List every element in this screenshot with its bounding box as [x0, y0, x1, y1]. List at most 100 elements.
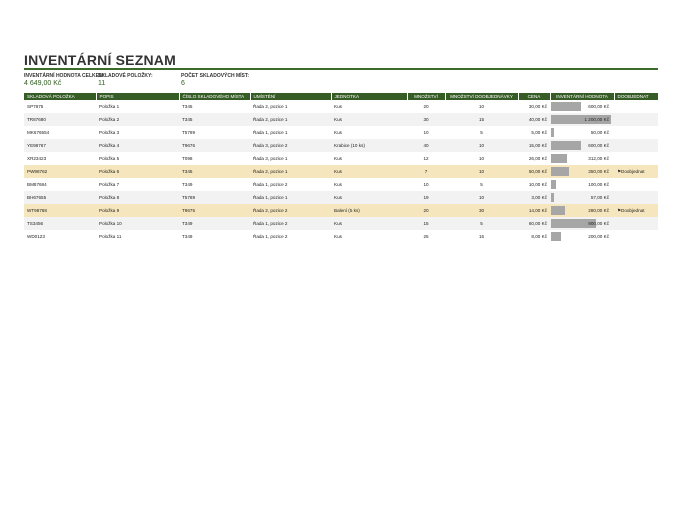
cell-reorder-qty[interactable]: 15	[445, 113, 518, 126]
cell-reorder-flag[interactable]	[614, 126, 658, 139]
cell-price[interactable]: 15,00 Kč	[518, 139, 550, 152]
cell-item[interactable]: MK676554	[24, 126, 96, 139]
col-header-description[interactable]: POPIS	[96, 93, 180, 100]
cell-bin[interactable]: T345	[179, 165, 250, 178]
col-header-reorder-flag[interactable]: DOOBJEDNAT	[614, 93, 659, 100]
cell-description[interactable]: Položka 6	[96, 165, 179, 178]
cell-reorder-flag[interactable]	[614, 152, 658, 165]
cell-reorder-flag[interactable]	[614, 217, 658, 230]
cell-unit[interactable]: Kus	[331, 152, 407, 165]
cell-item[interactable]: TR87680	[24, 113, 96, 126]
cell-item[interactable]: BM87684	[24, 178, 96, 191]
cell-quantity[interactable]: 20	[407, 100, 445, 113]
cell-price[interactable]: 40,00 Kč	[518, 113, 550, 126]
cell-unit[interactable]: Kus	[331, 178, 407, 191]
cell-reorder-qty[interactable]: 10	[445, 100, 518, 113]
cell-bin[interactable]: T9675	[179, 204, 250, 217]
cell-reorder-qty[interactable]: 5	[445, 217, 518, 230]
cell-inventory-value[interactable]: 100,00 Kč	[550, 178, 614, 191]
cell-quantity[interactable]: 15	[407, 217, 445, 230]
cell-bin[interactable]: T349	[179, 217, 250, 230]
cell-description[interactable]: Položka 2	[96, 113, 179, 126]
cell-item[interactable]: PW98762	[24, 165, 96, 178]
cell-quantity[interactable]: 19	[407, 191, 445, 204]
summary-items-count[interactable]: 11	[98, 80, 153, 87]
summary-total-value-amount[interactable]: 4 649,00 Kč	[24, 80, 105, 87]
cell-bin[interactable]: T349	[179, 230, 250, 243]
col-header-item[interactable]: SKLADOVÁ POLOŽKA	[24, 93, 97, 100]
cell-location[interactable]: Řada 2, pozice 2	[250, 204, 331, 217]
cell-inventory-value[interactable]: 50,00 Kč	[550, 126, 614, 139]
cell-reorder-flag[interactable]	[614, 191, 658, 204]
cell-item[interactable]: BH67655	[24, 191, 96, 204]
cell-price[interactable]: 26,00 Kč	[518, 152, 550, 165]
cell-reorder-flag[interactable]	[614, 139, 658, 152]
col-header-location[interactable]: UMÍSTĚNÍ	[250, 93, 332, 100]
cell-price[interactable]: 30,00 Kč	[518, 100, 550, 113]
cell-price[interactable]: 3,00 Kč	[518, 191, 550, 204]
cell-location[interactable]: Řada 3, pozice 1	[250, 152, 331, 165]
cell-bin[interactable]: T349	[179, 178, 250, 191]
summary-locations-count[interactable]: 6	[181, 80, 249, 87]
col-header-price[interactable]: CENA	[518, 93, 551, 100]
cell-price[interactable]: 5,00 Kč	[518, 126, 550, 139]
cell-reorder-flag[interactable]	[614, 100, 658, 113]
cell-price[interactable]: 60,00 Kč	[518, 217, 550, 230]
cell-location[interactable]: Řada 2, pozice 1	[250, 165, 331, 178]
cell-location[interactable]: Řada 2, pozice 1	[250, 100, 331, 113]
cell-quantity[interactable]: 10	[407, 178, 445, 191]
cell-bin[interactable]: T5789	[179, 191, 250, 204]
cell-bin[interactable]: T345	[179, 100, 250, 113]
col-header-inventory-value[interactable]: INVENTÁRNÍ HODNOTA	[550, 93, 615, 100]
cell-price[interactable]: 10,00 Kč	[518, 178, 550, 191]
cell-location[interactable]: Řada 2, pozice 1	[250, 113, 331, 126]
cell-item[interactable]: WD0123	[24, 230, 96, 243]
col-header-quantity[interactable]: MNOŽSTVÍ	[407, 93, 446, 100]
cell-inventory-value[interactable]: 57,00 Kč	[550, 191, 614, 204]
cell-description[interactable]: Položka 9	[96, 204, 179, 217]
cell-item[interactable]: TS3456	[24, 217, 96, 230]
cell-description[interactable]: Položka 1	[96, 100, 179, 113]
cell-item[interactable]: WT98768	[24, 204, 96, 217]
cell-item[interactable]: SP7875	[24, 100, 96, 113]
cell-reorder-qty[interactable]: 10	[445, 165, 518, 178]
cell-reorder-flag[interactable]: ⚑Doobjednat	[614, 165, 658, 178]
cell-quantity[interactable]: 30	[407, 113, 445, 126]
cell-quantity[interactable]: 7	[407, 165, 445, 178]
cell-description[interactable]: Položka 4	[96, 139, 179, 152]
cell-location[interactable]: Řada 3, pozice 2	[250, 139, 331, 152]
cell-unit[interactable]: Kus	[331, 100, 407, 113]
cell-location[interactable]: Řada 1, pozice 2	[250, 230, 331, 243]
cell-reorder-flag[interactable]	[614, 178, 658, 191]
cell-quantity[interactable]: 25	[407, 230, 445, 243]
cell-location[interactable]: Řada 1, pozice 1	[250, 191, 331, 204]
col-header-reorder-qty[interactable]: MNOŽSTVÍ DOOBJEDNÁVKY	[445, 93, 519, 100]
cell-inventory-value[interactable]: 312,00 Kč	[550, 152, 614, 165]
cell-unit[interactable]: Kus	[331, 126, 407, 139]
cell-description[interactable]: Položka 7	[96, 178, 179, 191]
cell-reorder-qty[interactable]: 15	[445, 230, 518, 243]
cell-description[interactable]: Položka 11	[96, 230, 179, 243]
cell-price[interactable]: 8,00 Kč	[518, 230, 550, 243]
cell-item[interactable]: YE98767	[24, 139, 96, 152]
cell-reorder-qty[interactable]: 5	[445, 178, 518, 191]
cell-price[interactable]: 14,00 Kč	[518, 204, 550, 217]
cell-unit[interactable]: Kus	[331, 165, 407, 178]
cell-unit[interactable]: Kus	[331, 113, 407, 126]
cell-bin[interactable]: T9676	[179, 139, 250, 152]
cell-location[interactable]: Řada 1, pozice 2	[250, 178, 331, 191]
cell-location[interactable]: Řada 1, pozice 1	[250, 126, 331, 139]
cell-item[interactable]: XR23423	[24, 152, 96, 165]
cell-quantity[interactable]: 20	[407, 204, 445, 217]
cell-inventory-value[interactable]: 350,00 Kč	[550, 165, 614, 178]
cell-bin[interactable]: T345	[179, 113, 250, 126]
cell-quantity[interactable]: 10	[407, 126, 445, 139]
cell-inventory-value[interactable]: 280,00 Kč	[550, 204, 614, 217]
cell-quantity[interactable]: 12	[407, 152, 445, 165]
cell-bin[interactable]: T5789	[179, 126, 250, 139]
cell-reorder-flag[interactable]	[614, 113, 658, 126]
cell-reorder-qty[interactable]: 10	[445, 139, 518, 152]
cell-description[interactable]: Položka 3	[96, 126, 179, 139]
cell-quantity[interactable]: 40	[407, 139, 445, 152]
cell-description[interactable]: Položka 5	[96, 152, 179, 165]
